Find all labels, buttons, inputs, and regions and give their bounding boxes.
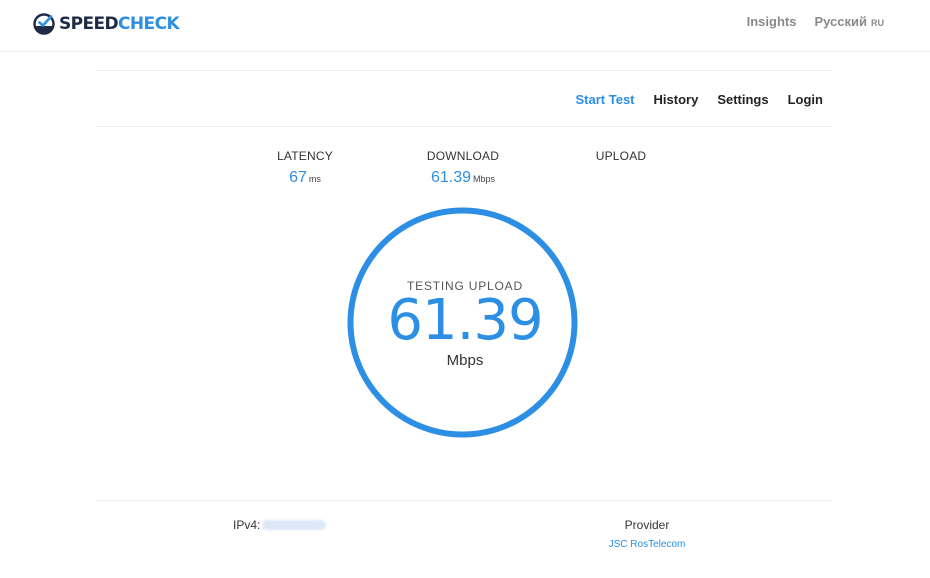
gauge-speed-unit: Mbps — [446, 352, 484, 369]
provider-label: Provider — [624, 518, 670, 532]
download-stat: DOWNLOAD 61.39 Mbps — [418, 149, 508, 187]
provider-name-link[interactable]: JSC RosTelecom — [607, 539, 687, 550]
provider-info: Provider JSC RosTelecom — [607, 518, 687, 550]
logo-check-text: CHECK — [118, 14, 180, 34]
gauge-speed-value: 61.39 — [387, 288, 543, 353]
speedcheck-logo[interactable]: SPEEDCHECK — [33, 10, 180, 38]
language-switcher[interactable]: Русский RU — [814, 14, 884, 29]
logo-speed-text: SPEED — [59, 14, 119, 34]
download-label: DOWNLOAD — [426, 149, 500, 163]
nav-settings[interactable]: Settings — [717, 92, 768, 107]
divider — [96, 70, 831, 71]
language-code: RU — [871, 18, 884, 28]
download-unit: Mbps — [473, 174, 496, 184]
top-links: Insights Русский RU — [729, 14, 884, 29]
latency-value-row: 67 ms — [270, 169, 340, 187]
nav-login[interactable]: Login — [788, 92, 823, 107]
logo-wordmark: SPEEDCHECK — [59, 14, 180, 34]
download-value-row: 61.39 Mbps — [418, 169, 508, 187]
insights-link[interactable]: Insights — [747, 14, 797, 29]
upload-stat: UPLOAD — [586, 149, 656, 187]
ipv4-info: IPv4: — [233, 518, 327, 532]
latency-unit: ms — [308, 174, 321, 184]
download-value: 61.39 — [430, 169, 472, 186]
latency-value: 67 — [289, 169, 307, 186]
ipv4-label: IPv4: — [233, 518, 261, 532]
ipv4-address-redacted — [262, 520, 327, 530]
speedometer-check-icon — [33, 13, 55, 35]
latency-stat: LATENCY 67 ms — [270, 149, 340, 187]
latency-label: LATENCY — [277, 149, 333, 163]
main-nav: Start Test History Settings Login — [557, 92, 823, 107]
divider — [96, 500, 831, 501]
divider — [96, 126, 831, 127]
language-label: Русский — [814, 14, 867, 29]
upload-value-row — [586, 169, 656, 187]
top-header: SPEEDCHECK Insights Русский RU — [0, 0, 930, 52]
nav-start-test[interactable]: Start Test — [576, 92, 635, 107]
upload-label: UPLOAD — [595, 149, 647, 163]
nav-history[interactable]: History — [654, 92, 699, 107]
